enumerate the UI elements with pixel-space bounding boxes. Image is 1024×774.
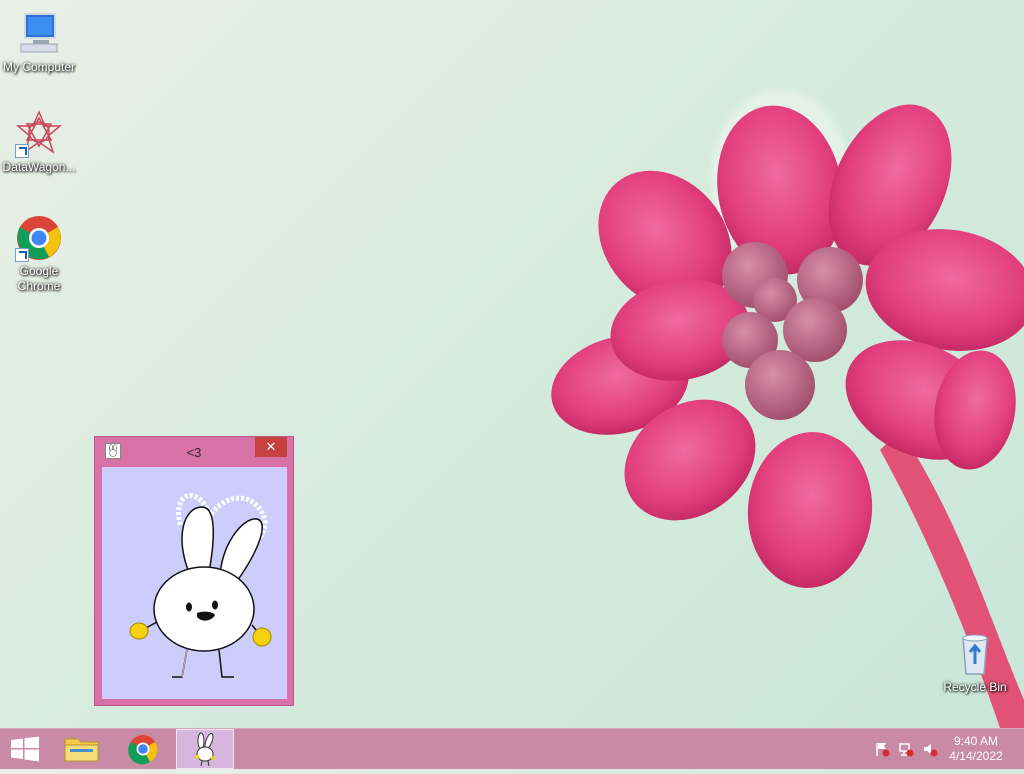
windows-logo-icon xyxy=(11,736,39,762)
taskbar: 9:40 AM 4/14/2022 xyxy=(0,728,1024,769)
desktop-icon-datawagon[interactable]: DataWagon... xyxy=(1,110,77,175)
desktop-icon-label: Recycle Bin xyxy=(943,680,1007,694)
close-button[interactable]: ✕ xyxy=(255,437,287,457)
desktop-icon-google-chrome[interactable]: Google Chrome xyxy=(1,214,77,294)
window-client-area xyxy=(102,467,287,699)
folder-icon xyxy=(64,738,99,762)
clock-date: 4/14/2022 xyxy=(949,749,1003,763)
bunny-illustration xyxy=(129,493,272,678)
close-icon: ✕ xyxy=(265,439,277,454)
desktop: My Computer DataWagon... Google Chrome R… xyxy=(0,0,1024,728)
desktop-icon-label: DataWagon... xyxy=(2,160,76,174)
taskbar-file-explorer[interactable] xyxy=(56,729,108,769)
volume-muted-icon[interactable] xyxy=(922,741,938,757)
network-icon[interactable] xyxy=(898,741,914,757)
desktop-icon-label: Google Chrome xyxy=(17,264,61,293)
desktop-icon-label: My Computer xyxy=(2,60,76,74)
bunny-window[interactable]: <3 ✕ xyxy=(94,436,294,706)
taskbar-chrome[interactable] xyxy=(117,729,169,769)
datawagon-icon xyxy=(15,110,63,158)
clock-time: 9:40 AM xyxy=(953,734,999,748)
start-button[interactable] xyxy=(0,729,52,769)
desktop-icon-recycle-bin[interactable]: Recycle Bin xyxy=(937,630,1013,695)
chrome-icon xyxy=(15,214,63,262)
computer-icon xyxy=(15,10,63,58)
taskbar-bunny-app[interactable] xyxy=(176,729,234,769)
action-center-flag-icon[interactable] xyxy=(874,741,890,757)
desktop-icon-my-computer[interactable]: My Computer xyxy=(1,10,77,75)
bunny-app-icon xyxy=(195,732,215,767)
window-titlebar[interactable]: <3 ✕ xyxy=(95,437,293,467)
shortcut-arrow-icon xyxy=(15,144,29,158)
system-clock[interactable]: 9:40 AM 4/14/2022 xyxy=(946,734,1006,764)
shortcut-arrow-icon xyxy=(15,248,29,262)
chrome-icon xyxy=(128,735,158,765)
recycle-bin-icon xyxy=(951,630,999,678)
